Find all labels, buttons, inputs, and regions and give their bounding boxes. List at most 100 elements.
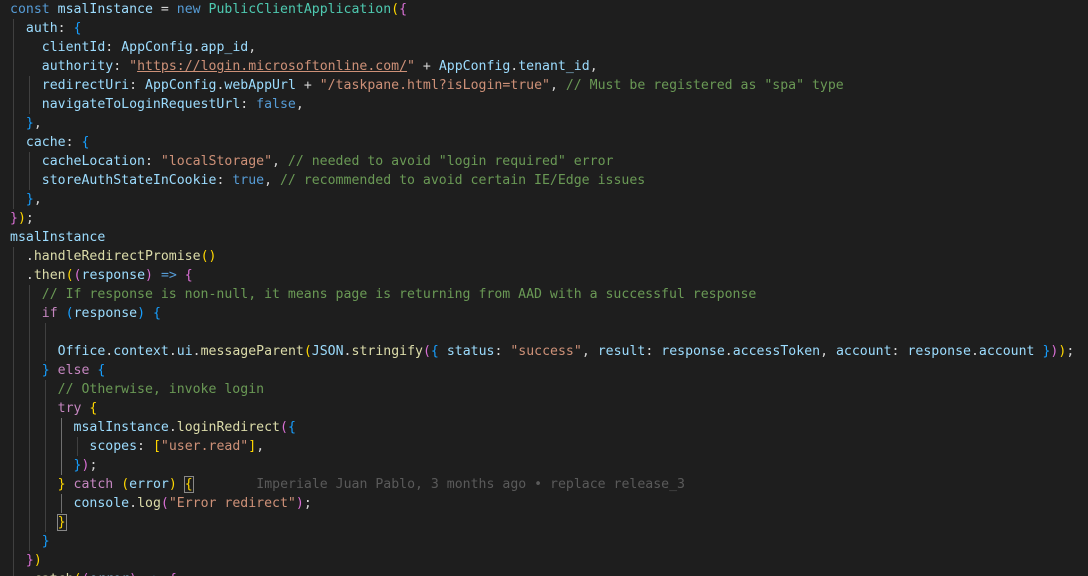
code-token: try [57, 401, 82, 416]
code-token: AppConfig [438, 59, 511, 74]
code-token: ] [248, 439, 257, 454]
code-token: . [724, 344, 733, 359]
code-token: } [56, 514, 67, 531]
code-token: ) [17, 211, 26, 226]
code-token: app_id [200, 40, 249, 55]
code-line[interactable]: } else { [10, 361, 106, 380]
code-line[interactable]: }, [10, 190, 42, 209]
code-line[interactable]: navigateToLoginRequestUrl: false, [10, 95, 304, 114]
code-token: . [10, 572, 34, 576]
code-line[interactable]: .catch((error) => { [10, 570, 177, 576]
code-line[interactable]: } [10, 532, 50, 551]
code-token: : [216, 173, 233, 188]
code-line[interactable]: }) [10, 551, 42, 570]
code-token: { [97, 363, 106, 378]
code-token: tenant_id [518, 59, 590, 74]
code-token: ; [303, 496, 312, 511]
code-line[interactable]: scopes: ["user.read"], [10, 437, 264, 456]
code-token: catch [73, 477, 114, 492]
code-line[interactable]: storeAuthStateInCookie: true, // recomme… [10, 171, 645, 190]
code-line[interactable]: .then((response) => { [10, 266, 193, 285]
code-line[interactable]: .handleRedirectPromise() [10, 247, 217, 266]
code-token: ) [33, 553, 42, 568]
code-token: AppConfig [121, 40, 193, 55]
code-token: auth [25, 21, 58, 36]
code-line[interactable]: auth: { [10, 19, 82, 38]
code-line[interactable]: clientId: AppConfig.app_id, [10, 38, 256, 57]
code-token: stringify [351, 344, 423, 359]
code-token: : [113, 59, 130, 74]
code-line[interactable]: cacheLocation: "localStorage", // needed… [10, 152, 614, 171]
code-line[interactable]: msalInstance [10, 228, 105, 247]
code-line[interactable]: } [10, 513, 67, 532]
code-token: { [73, 21, 82, 36]
code-token: console [73, 496, 130, 511]
code-line[interactable]: if (response) { [10, 304, 161, 323]
code-token: { [399, 2, 408, 17]
code-line[interactable]: } catch (error) { Imperiale Juan Pablo, … [10, 475, 685, 494]
code-token: { [287, 420, 296, 435]
code-token: ( [279, 420, 288, 435]
code-line[interactable]: // Otherwise, invoke login [10, 380, 264, 399]
code-token: { [153, 306, 161, 321]
code-editor[interactable]: const msalInstance = new PublicClientApp… [0, 0, 1088, 576]
code-line[interactable]: redirectUri: AppConfig.webAppUrl + "/tas… [10, 76, 844, 95]
code-token: . [970, 344, 979, 359]
code-token: response [907, 344, 971, 359]
code-token: , [589, 59, 598, 74]
code-line[interactable]: // If response is non-null, it means pag… [10, 285, 757, 304]
code-token: Office [57, 344, 106, 359]
code-token: true [232, 173, 265, 188]
code-line[interactable]: try { [10, 399, 98, 418]
code-line[interactable]: const msalInstance = new PublicClientApp… [10, 0, 407, 19]
code-line[interactable]: Office.context.ui.messageParent(JSON.str… [10, 342, 1075, 361]
code-token: then [33, 268, 66, 283]
code-token: msalInstance [10, 230, 106, 245]
code-token: + [295, 78, 320, 93]
code-line[interactable]: authority: "https://login.microsoftonlin… [10, 57, 598, 76]
code-token: response [73, 306, 138, 321]
code-token: { [81, 135, 90, 150]
code-token: ( [65, 268, 74, 283]
code-token: authority [41, 59, 114, 74]
code-line[interactable]: console.log("Error redirect"); [10, 494, 312, 513]
code-line[interactable]: }); [10, 209, 34, 228]
code-token: , [33, 116, 42, 131]
code-token: { [430, 344, 439, 359]
code-line[interactable]: }, [10, 114, 42, 133]
code-token: { [184, 268, 193, 283]
code-token: : [137, 439, 153, 454]
code-token: . [343, 344, 352, 359]
code-token: webAppUrl [224, 78, 296, 93]
code-token: ; [89, 458, 98, 473]
code-token: error [89, 572, 129, 576]
code-token: . [10, 249, 34, 264]
code-token: , [33, 192, 42, 207]
code-token: : [65, 135, 82, 150]
code-token: , [581, 344, 598, 359]
code-token: msalInstance [73, 420, 169, 435]
code-line[interactable]: cache: { [10, 133, 90, 152]
code-token: ( [422, 344, 431, 359]
code-line[interactable]: msalInstance.loginRedirect({ [10, 418, 296, 437]
code-token: result [597, 344, 646, 359]
code-token: response [661, 344, 725, 359]
code-line[interactable]: }); [10, 456, 98, 475]
